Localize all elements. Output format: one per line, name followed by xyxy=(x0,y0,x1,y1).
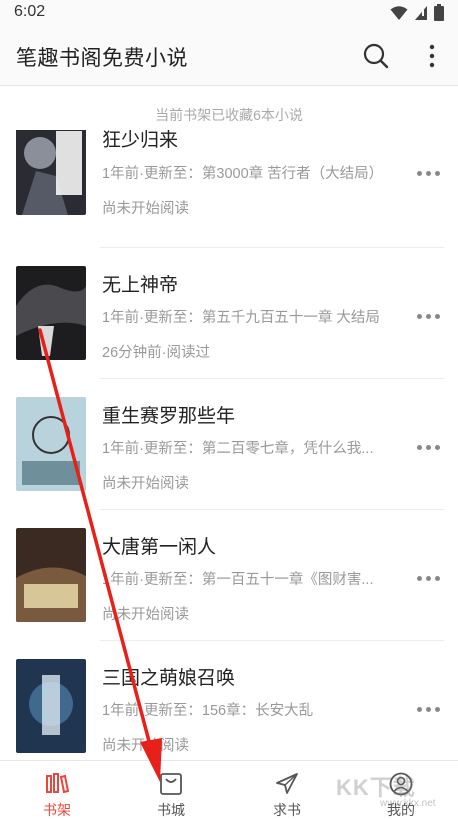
book-read-status: 尚未开始阅读 xyxy=(102,201,189,217)
book-cover[interactable] xyxy=(16,528,86,622)
book-more-button[interactable] xyxy=(412,163,444,183)
nav-bookshelf[interactable]: 书架 xyxy=(0,761,114,820)
book-read-status: 尚未开始阅读 xyxy=(102,738,189,754)
watermark-url: www.kkx.net xyxy=(380,798,436,809)
nav-label: 书架 xyxy=(43,802,71,818)
book-title: 三国之萌娘召唤 xyxy=(102,668,236,689)
book-title: 重生赛罗那些年 xyxy=(102,406,236,427)
book-update-info: 1年前·更新至：156章：长安大乱 xyxy=(102,703,314,719)
book-item[interactable]: 无上神帝 1年前·更新至：第五千九百五十一章 大结局 26分钟前·阅读过 xyxy=(0,248,458,379)
book-item[interactable]: 狂少归来 1年前·更新至：第3000章 苦行者（大结局） 尚未开始阅读 xyxy=(0,130,458,248)
book-item[interactable]: 大唐第一闲人 1年前·更新至：第一百五十一章《图财害... 尚未开始阅读 xyxy=(0,510,458,641)
search-button[interactable] xyxy=(360,40,392,72)
book-cover[interactable] xyxy=(16,130,86,215)
book-cover[interactable] xyxy=(16,659,86,753)
more-options-button[interactable] xyxy=(420,40,444,72)
status-icons xyxy=(390,4,444,21)
paper-plane-icon xyxy=(276,773,298,794)
more-horizontal-icon xyxy=(412,437,444,457)
app-title: 笔趣书阁免费小说 xyxy=(16,47,188,70)
book-update-info: 1年前·更新至：第二百零七章，凭什么我... xyxy=(102,441,374,457)
book-item[interactable]: 重生赛罗那些年 1年前·更新至：第二百零七章，凭什么我... 尚未开始阅读 xyxy=(0,379,458,510)
app-bar: 笔趣书阁免费小说 xyxy=(0,26,458,86)
nav-label: 书城 xyxy=(157,802,185,818)
more-horizontal-icon xyxy=(412,568,444,588)
book-more-button[interactable] xyxy=(412,306,444,326)
more-horizontal-icon xyxy=(412,699,444,719)
battery-icon xyxy=(434,4,444,21)
more-horizontal-icon xyxy=(412,306,444,326)
book-more-button[interactable] xyxy=(412,568,444,588)
book-item[interactable]: 三国之萌娘召唤 1年前·更新至：156章：长安大乱 尚未开始阅读 xyxy=(0,641,458,760)
book-read-status: 尚未开始阅读 xyxy=(102,607,189,623)
bookstore-bag-icon xyxy=(160,773,182,795)
book-read-status: 26分钟前·阅读过 xyxy=(102,345,210,361)
status-bar: 6:02 xyxy=(0,0,458,26)
book-title: 狂少归来 xyxy=(102,130,179,151)
book-title: 无上神帝 xyxy=(102,275,179,296)
bookshelf-count-notice: 当前书架已收藏6本小说 xyxy=(155,107,303,123)
cellular-icon xyxy=(415,5,427,20)
book-title: 大唐第一闲人 xyxy=(102,537,217,558)
book-more-button[interactable] xyxy=(412,437,444,457)
status-time: 6:02 xyxy=(14,3,46,20)
book-update-info: 1年前·更新至：第一百五十一章《图财害... xyxy=(102,572,374,588)
wifi-icon xyxy=(390,5,408,20)
nav-label: 求书 xyxy=(273,802,301,818)
bookshelf-icon xyxy=(46,773,70,794)
nav-request-book[interactable]: 求书 xyxy=(230,761,344,820)
book-list: 狂少归来 1年前·更新至：第3000章 苦行者（大结局） 尚未开始阅读 无上神帝… xyxy=(0,130,458,760)
book-read-status: 尚未开始阅读 xyxy=(102,476,189,492)
book-update-info: 1年前·更新至：第3000章 苦行者（大结局） xyxy=(102,166,384,182)
book-cover[interactable] xyxy=(16,397,86,491)
search-icon xyxy=(363,43,389,69)
book-update-info: 1年前·更新至：第五千九百五十一章 大结局 xyxy=(102,310,380,326)
book-more-button[interactable] xyxy=(412,699,444,719)
more-horizontal-icon xyxy=(412,163,444,183)
book-cover[interactable] xyxy=(16,266,86,360)
nav-bookstore[interactable]: 书城 xyxy=(114,761,228,820)
more-vertical-icon xyxy=(429,44,435,68)
